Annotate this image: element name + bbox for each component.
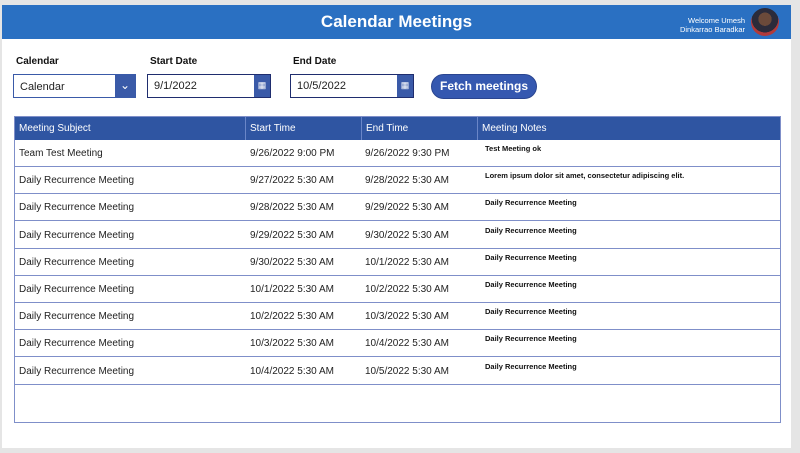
meeting-notes: Daily Recurrence Meeting bbox=[485, 198, 577, 208]
start-time: 10/3/2022 5:30 AM bbox=[250, 338, 334, 350]
meetings-table: Meeting Subject Start Time End Time Meet… bbox=[14, 116, 781, 423]
start-time: 10/4/2022 5:30 AM bbox=[250, 365, 334, 377]
avatar bbox=[751, 8, 779, 36]
meeting-subject: Daily Recurrence Meeting bbox=[19, 175, 135, 187]
meeting-subject: Daily Recurrence Meeting bbox=[19, 256, 135, 268]
chevron-down-icon[interactable]: ⌄ bbox=[115, 75, 135, 97]
table-row[interactable]: Daily Recurrence Meeting 9/27/2022 5:30 A… bbox=[15, 167, 780, 195]
end-time: 9/28/2022 5:30 AM bbox=[365, 175, 449, 187]
column-header: Meeting Subject bbox=[19, 123, 91, 134]
meeting-notes: Daily Recurrence Meeting bbox=[485, 252, 577, 262]
table-row[interactable]: Daily Recurrence Meeting 9/29/2022 5:30 A… bbox=[15, 222, 780, 249]
end-time: 10/2/2022 5:30 AM bbox=[365, 284, 449, 295]
calendar-label: Calendar bbox=[16, 56, 59, 67]
meeting-subject: Daily Recurrence Meeting bbox=[19, 284, 135, 295]
welcome-line: Welcome Umesh bbox=[688, 16, 745, 25]
meeting-notes: Daily Recurrence Meeting bbox=[485, 225, 577, 235]
meeting-subject: Team Test Meeting bbox=[19, 148, 103, 159]
meeting-subject: Daily Recurrence Meeting bbox=[19, 202, 135, 214]
table-row[interactable]: Daily Recurrence Meeting 9/30/2022 5:30 A… bbox=[15, 249, 780, 276]
meeting-notes: Test Meeting ok bbox=[485, 144, 542, 153]
start-time: 10/1/2022 5:30 AM bbox=[250, 284, 334, 295]
meeting-subject: Daily Recurrence Meeting bbox=[19, 311, 135, 323]
column-header: Meeting Notes bbox=[477, 117, 546, 140]
end-time: 10/5/2022 5:30 AM bbox=[365, 365, 449, 377]
column-header: Start Time bbox=[245, 117, 296, 140]
meeting-subject: Daily Recurrence Meeting bbox=[19, 229, 135, 241]
calendar-value: Calendar bbox=[20, 81, 65, 93]
table-row[interactable]: Team Test Meeting 9/26/2022 9:00 PM 9/26/2… bbox=[15, 140, 780, 167]
end-date-picker[interactable]: 10/5/2022 ▦ bbox=[290, 74, 414, 98]
table-row[interactable]: Daily Recurrence Meeting 10/1/2022 5:30 A… bbox=[15, 276, 780, 303]
end-time: 9/26/2022 9:30 PM bbox=[365, 148, 450, 159]
table-header: Meeting Subject Start Time End Time Meet… bbox=[15, 117, 780, 140]
meeting-notes: Daily Recurrence Meeting bbox=[485, 307, 577, 317]
calendar-icon[interactable]: ▦ bbox=[397, 75, 413, 97]
start-time: 9/30/2022 5:30 AM bbox=[250, 256, 334, 268]
column-header: End Time bbox=[361, 117, 408, 140]
calendar-icon[interactable]: ▦ bbox=[254, 75, 270, 97]
end-time: 10/3/2022 5:30 AM bbox=[365, 311, 449, 323]
start-time: 9/28/2022 5:30 AM bbox=[250, 202, 334, 214]
end-time: 10/4/2022 5:30 AM bbox=[365, 338, 449, 350]
table-row[interactable]: Daily Recurrence Meeting 9/28/2022 5:30 A… bbox=[15, 194, 780, 222]
meeting-subject: Daily Recurrence Meeting bbox=[19, 338, 135, 350]
start-time: 9/26/2022 9:00 PM bbox=[250, 148, 335, 159]
meeting-notes: Daily Recurrence Meeting bbox=[485, 280, 577, 289]
end-time: 9/30/2022 5:30 AM bbox=[365, 229, 449, 241]
welcome-text: Welcome Umesh Dinkarrao Baradkar bbox=[680, 16, 745, 34]
start-time: 9/29/2022 5:30 AM bbox=[250, 229, 334, 241]
page-title: Calendar Meetings bbox=[320, 12, 473, 31]
end-date-value: 10/5/2022 bbox=[297, 80, 346, 92]
table-row[interactable]: Daily Recurrence Meeting 10/4/2022 5:30 A… bbox=[15, 358, 780, 385]
start-date-label: Start Date bbox=[150, 56, 198, 67]
start-date-value: 9/1/2022 bbox=[154, 80, 197, 92]
table-row[interactable]: Daily Recurrence Meeting 10/3/2022 5:30 A… bbox=[15, 330, 780, 358]
user-name: Dinkarrao Baradkar bbox=[679, 25, 745, 34]
end-time: 10/1/2022 5:30 AM bbox=[365, 256, 449, 268]
meeting-notes: Daily Recurrence Meeting bbox=[485, 361, 577, 371]
table-row[interactable]: Daily Recurrence Meeting 10/2/2022 5:30 A… bbox=[15, 303, 780, 331]
app-header: Calendar Meetings Welcome Umesh Dinkarrao… bbox=[2, 5, 791, 39]
meeting-subject: Daily Recurrence Meeting bbox=[19, 365, 135, 377]
start-time: 9/27/2022 5:30 AM bbox=[250, 175, 334, 187]
end-date-label: End Date bbox=[293, 56, 337, 67]
start-date-picker[interactable]: 9/1/2022 ▦ bbox=[147, 74, 271, 98]
start-time: 10/2/2022 5:30 AM bbox=[250, 311, 334, 323]
meeting-notes: Daily Recurrence Meeting bbox=[485, 334, 577, 344]
app-canvas: Calendar Meetings Welcome Umesh Dinkarrao… bbox=[2, 5, 791, 448]
end-time: 9/29/2022 5:30 AM bbox=[365, 202, 449, 214]
calendar-dropdown[interactable]: Calendar ⌄ bbox=[13, 74, 136, 98]
meeting-notes: Lorem ipsum dolor sit amet, consectetur … bbox=[485, 171, 685, 181]
fetch-meetings-button[interactable]: Fetch meetings bbox=[431, 74, 537, 99]
